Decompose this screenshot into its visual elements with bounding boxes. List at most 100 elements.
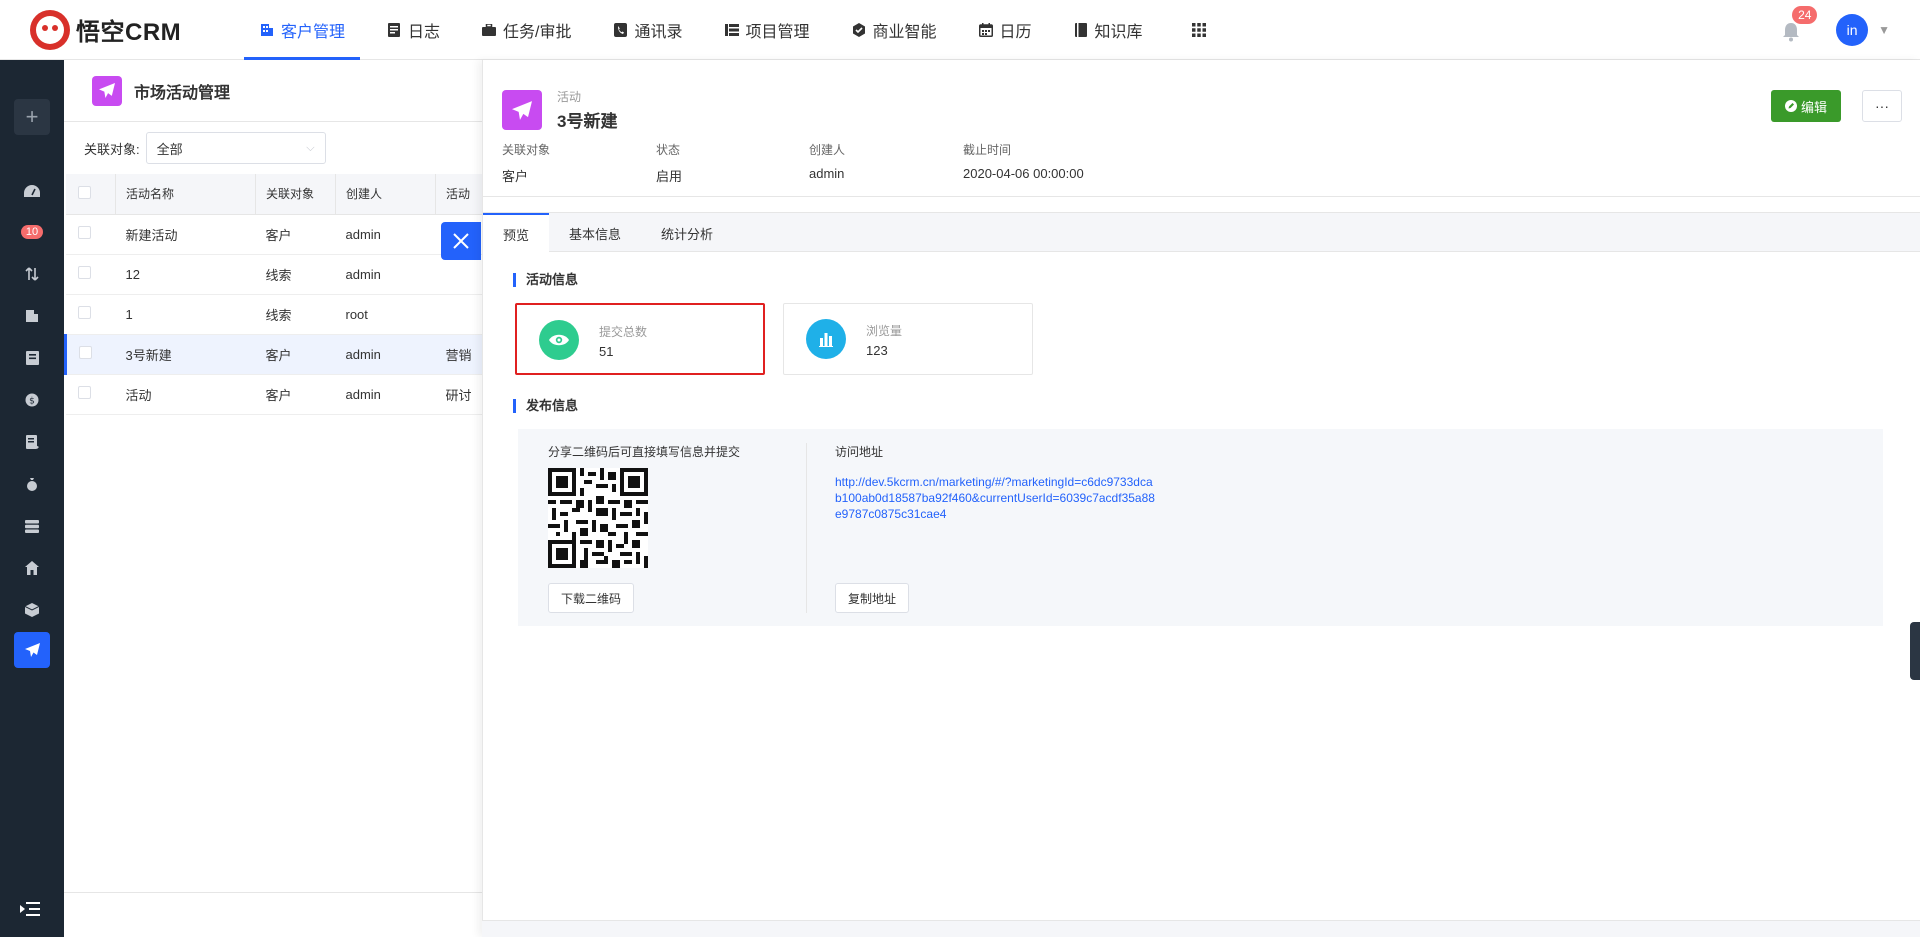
edit-icon: [1784, 100, 1797, 112]
meta-label: 关联对象: [502, 143, 551, 157]
column-header[interactable]: 活动名称: [115, 174, 256, 215]
list-header: 市场活动管理: [64, 60, 484, 122]
activity-extra-cell: 研讨: [435, 374, 484, 415]
apps-grid-button[interactable]: [1169, 0, 1229, 60]
home-icon: [25, 561, 39, 575]
collapse-menu-icon: [20, 902, 40, 916]
sidebar-collapse-button[interactable]: [20, 902, 40, 921]
more-actions-button[interactable]: ···: [1862, 90, 1902, 122]
calendar-icon: [978, 22, 994, 38]
sidebar-item-marketing[interactable]: [14, 632, 50, 668]
building-icon: [259, 22, 275, 38]
bi-icon: [851, 22, 867, 38]
edit-button[interactable]: 编辑: [1771, 90, 1841, 122]
access-url-link[interactable]: http://dev.5kcrm.cn/marketing/#/?marketi…: [835, 474, 1155, 522]
row-checkbox[interactable]: [77, 266, 91, 279]
quick-add-button[interactable]: +: [14, 99, 50, 135]
table-row[interactable]: 活动 客户 admin 研讨: [65, 374, 484, 415]
bar-chart-icon: [806, 319, 846, 359]
activity-list-panel: 市场活动管理 关联对象: 全部 ⌵ 活动名称 关联对象 创建人 活动 新建活动 …: [64, 60, 484, 937]
sidebar-item-dashboard[interactable]: [14, 173, 50, 209]
sidebar-item-inventory[interactable]: [14, 592, 50, 628]
activity-extra-cell: 营销: [435, 334, 484, 375]
edit-label: 编辑: [1800, 99, 1827, 115]
sidebar-item-leads[interactable]: [14, 256, 50, 292]
box-icon: [25, 603, 39, 617]
column-header[interactable]: 活动: [435, 174, 484, 215]
logo[interactable]: 悟空CRM: [30, 9, 200, 50]
activity-name-link[interactable]: 1: [115, 294, 256, 335]
sidebar-item-products[interactable]: [14, 508, 50, 544]
nav-customer-management[interactable]: 客户管理: [244, 0, 361, 60]
money-bag-icon: [27, 478, 37, 491]
activity-name-link[interactable]: 活动: [115, 374, 256, 415]
select-all-checkbox[interactable]: [77, 185, 91, 199]
nav-business-intelligence[interactable]: 商业智能: [836, 0, 952, 60]
creator-cell: admin: [335, 214, 436, 255]
meta-value: admin: [809, 166, 845, 181]
sidebar-item-contacts[interactable]: [14, 340, 50, 376]
nav-project-management[interactable]: 项目管理: [709, 0, 825, 60]
url-section: 访问地址 http://dev.5kcrm.cn/marketing/#/?ma…: [835, 443, 1155, 522]
stat-value: 123: [866, 343, 888, 358]
table-row[interactable]: 1 线索 root: [65, 294, 484, 335]
journal-icon: [386, 22, 402, 38]
row-checkbox[interactable]: [77, 226, 91, 239]
table-header-row: 活动名称 关联对象 创建人 活动: [65, 174, 484, 215]
download-qr-button[interactable]: 下载二维码: [548, 583, 635, 613]
url-caption: 访问地址: [835, 445, 884, 459]
related-object-cell: 线索: [255, 254, 336, 295]
activity-name-link[interactable]: 新建活动: [115, 214, 256, 255]
related-object-select[interactable]: 全部 ⌵: [145, 132, 326, 164]
nav-journal[interactable]: 日志: [371, 0, 455, 60]
stat-value: 51: [599, 344, 614, 359]
row-checkbox[interactable]: [77, 306, 91, 319]
sidebar-item-highseas[interactable]: [14, 550, 50, 586]
related-object-cell: 客户: [255, 374, 336, 415]
related-object-cell: 客户: [255, 214, 336, 255]
eye-icon: [539, 320, 579, 360]
nav-contacts[interactable]: 通讯录: [597, 0, 697, 60]
nav-label: 通讯录: [634, 23, 683, 41]
sidebar-item-payments[interactable]: [14, 466, 50, 502]
table-row[interactable]: 12 线索 admin: [65, 254, 484, 295]
sidebar-item-business[interactable]: $: [14, 382, 50, 418]
user-avatar[interactable]: in: [1836, 14, 1869, 46]
nav-calendar[interactable]: 日历: [963, 0, 1047, 60]
tab-basic-info[interactable]: 基本信息: [549, 213, 641, 253]
notification-button[interactable]: 24: [1782, 6, 1818, 42]
sidebar: + 10 $: [0, 60, 64, 937]
nav-task-approval[interactable]: 任务/审批: [466, 0, 586, 60]
row-checkbox[interactable]: [77, 386, 91, 399]
sidebar-item-todo[interactable]: 10: [14, 214, 50, 250]
floating-side-handle[interactable]: [1910, 622, 1920, 680]
user-menu-caret-icon[interactable]: ▼: [1878, 23, 1890, 37]
row-checkbox[interactable]: [79, 346, 92, 359]
publish-divider: [806, 443, 807, 613]
column-header[interactable]: 创建人: [335, 174, 436, 215]
close-detail-button[interactable]: [441, 222, 481, 260]
exchange-icon: [25, 267, 39, 281]
table-row-selected[interactable]: 3号新建 客户 admin 营销: [64, 334, 484, 375]
column-header[interactable]: 关联对象: [255, 174, 336, 215]
plus-icon: +: [25, 104, 39, 129]
tab-preview[interactable]: 预览: [483, 213, 550, 253]
table-row[interactable]: 新建活动 客户 admin: [65, 214, 484, 255]
bottom-bar: [482, 920, 1920, 937]
tab-statistics[interactable]: 统计分析: [641, 213, 733, 253]
select-value: 全部: [156, 141, 183, 157]
ellipsis-icon: ···: [1875, 98, 1889, 114]
qr-caption: 分享二维码后可直接填写信息并提交: [548, 445, 741, 459]
nav-label: 项目管理: [745, 23, 810, 41]
stat-card-views: 浏览量 123: [783, 303, 1033, 375]
activity-name-link[interactable]: 12: [115, 254, 256, 295]
nav-knowledge-base[interactable]: 知识库: [1058, 0, 1158, 60]
server-icon: [25, 519, 39, 533]
activity-name-link[interactable]: 3号新建: [115, 334, 256, 375]
row-checkbox-cell: [65, 374, 116, 415]
sidebar-item-contracts[interactable]: [14, 424, 50, 460]
sidebar-item-customers[interactable]: [14, 298, 50, 334]
detail-type-label: 活动: [557, 90, 582, 104]
copy-url-button[interactable]: 复制地址: [835, 583, 910, 613]
paper-plane-icon: [502, 90, 542, 130]
